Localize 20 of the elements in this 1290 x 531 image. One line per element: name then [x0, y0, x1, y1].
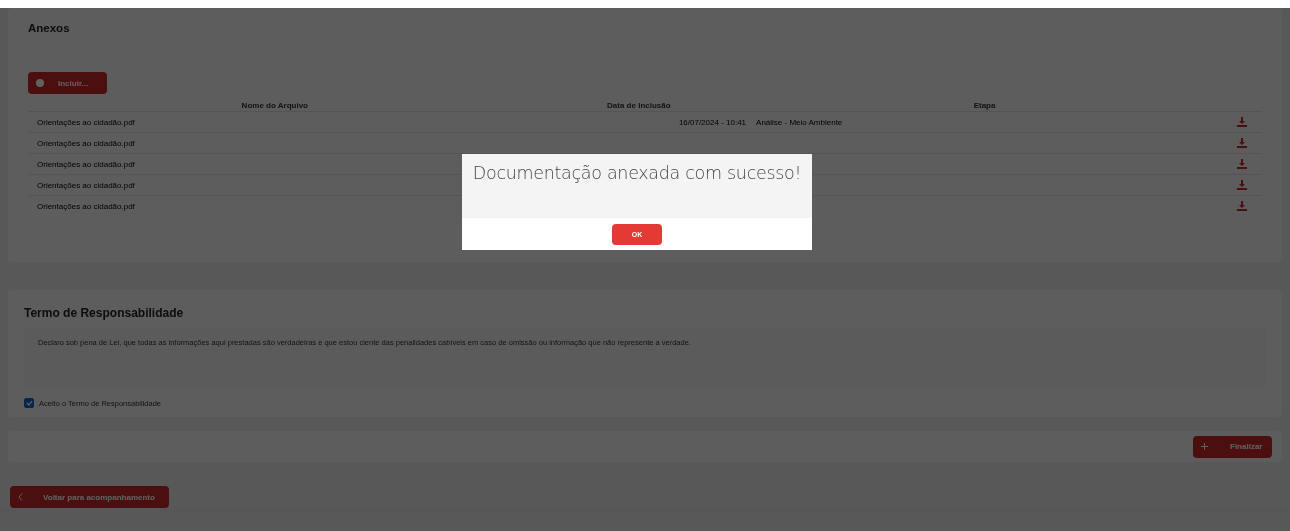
download-icon[interactable]: [1237, 138, 1247, 148]
column-header: Etapa: [756, 99, 1213, 112]
date-cell: 16/07/2024 - 10:41: [521, 111, 757, 133]
download-icon[interactable]: [1237, 159, 1247, 169]
column-header: Data de Inclusão: [521, 99, 757, 112]
stage-cell: Análise - Meio Ambiente: [756, 111, 1213, 133]
column-header: Nome do Arquivo: [28, 99, 522, 112]
file-name-cell: Orientações ao cidadão.pdf: [28, 111, 522, 133]
plus-icon: [1201, 443, 1208, 450]
include-button[interactable]: Incluir...: [28, 72, 107, 94]
back-button[interactable]: Voltar para acompanhamento: [10, 486, 169, 508]
chevron-left-icon: [18, 493, 23, 501]
download-icon[interactable]: [1237, 180, 1247, 190]
section-title: Termo de Responsabilidade: [24, 306, 185, 320]
download-icon[interactable]: [1237, 201, 1247, 211]
finish-button[interactable]: Finalizar: [1193, 435, 1272, 458]
section-title: Anexos: [28, 22, 71, 34]
accept-checkbox[interactable]: [24, 398, 34, 408]
download-icon[interactable]: [1237, 117, 1247, 127]
file-name-cell: Orientações ao cidadão.pdf: [28, 132, 522, 154]
